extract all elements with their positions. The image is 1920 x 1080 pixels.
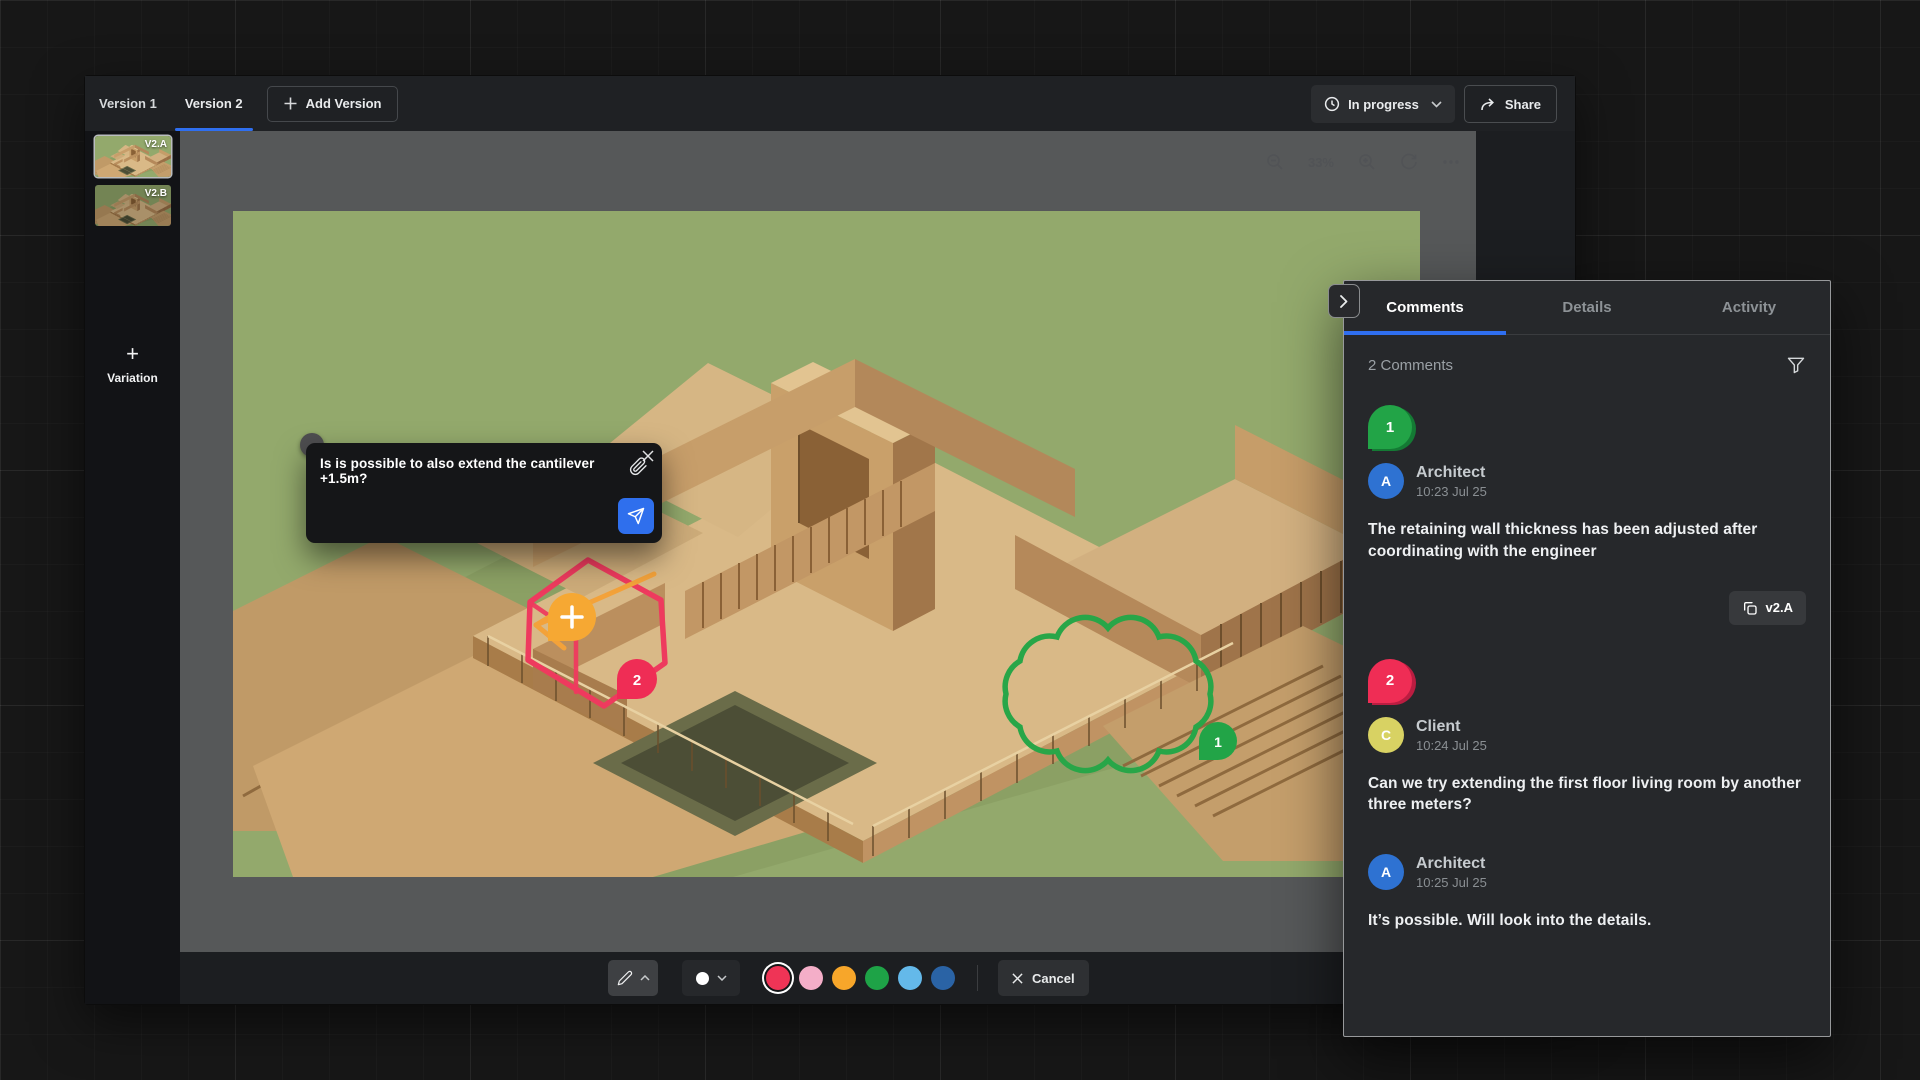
variation-thumb-v2b[interactable]: V2.B bbox=[95, 185, 171, 226]
variation-thumb-label: V2.A bbox=[145, 139, 167, 150]
comment-time: 10:23 Jul 25 bbox=[1416, 484, 1487, 499]
versions-icon bbox=[1742, 600, 1758, 616]
pencil-icon bbox=[617, 970, 633, 986]
color-swatch[interactable] bbox=[766, 966, 790, 990]
author-name: Client bbox=[1416, 717, 1487, 736]
comment-count: 2 Comments bbox=[1368, 357, 1453, 374]
stroke-width-button[interactable] bbox=[682, 960, 740, 996]
svg-text:1: 1 bbox=[1214, 734, 1222, 750]
author-name: Architect bbox=[1416, 854, 1487, 873]
comment-time: 10:24 Jul 25 bbox=[1416, 738, 1487, 753]
more-options-icon[interactable] bbox=[1442, 153, 1460, 171]
annotation-pin-new[interactable] bbox=[548, 593, 596, 641]
chevron-right-icon bbox=[1340, 295, 1348, 308]
close-icon bbox=[1012, 973, 1023, 984]
avatar: A bbox=[1368, 463, 1404, 499]
panel-collapse-button[interactable] bbox=[1328, 284, 1360, 318]
share-arrow-icon bbox=[1480, 97, 1496, 111]
canvas[interactable]: 33% bbox=[180, 131, 1476, 952]
share-label: Share bbox=[1505, 97, 1541, 112]
paper-plane-icon bbox=[627, 507, 645, 525]
attachment-icon[interactable] bbox=[629, 457, 648, 476]
plus-icon: + bbox=[85, 343, 180, 365]
share-button[interactable]: Share bbox=[1464, 85, 1557, 123]
add-version-label: Add Version bbox=[306, 96, 382, 111]
chevron-up-icon bbox=[640, 975, 650, 981]
tab-version-1[interactable]: Version 1 bbox=[85, 76, 171, 131]
status-label: In progress bbox=[1348, 97, 1419, 112]
comment-thread: 2 C Client 10:24 Jul 25 Can we try exten… bbox=[1368, 659, 1806, 817]
zoom-out-icon[interactable] bbox=[1266, 153, 1284, 171]
version-chip[interactable]: v2.A bbox=[1729, 591, 1806, 625]
comment-text: The retaining wall thickness has been ad… bbox=[1368, 519, 1806, 562]
clock-icon bbox=[1324, 96, 1340, 112]
toolbar-divider bbox=[977, 965, 978, 991]
color-swatch-row bbox=[766, 966, 955, 990]
canvas-zoom-toolbar: 33% bbox=[1266, 153, 1460, 171]
drawing-toolbar: Cancel bbox=[608, 960, 1089, 996]
model-image: 2 1 bbox=[233, 211, 1420, 877]
comment-thread: 1 A Architect 10:23 Jul 25 The retaining… bbox=[1368, 405, 1806, 625]
avatar: C bbox=[1368, 717, 1404, 753]
annotation-pin-2[interactable]: 2 bbox=[617, 659, 657, 699]
color-swatch[interactable] bbox=[832, 966, 856, 990]
author-name: Architect bbox=[1416, 463, 1487, 482]
status-dropdown[interactable]: In progress bbox=[1311, 85, 1455, 123]
refresh-icon[interactable] bbox=[1400, 153, 1418, 171]
variation-thumb-label: V2.B bbox=[145, 188, 167, 199]
comment-pin-badge: 1 bbox=[1368, 405, 1412, 449]
comment-pin-badge: 2 bbox=[1368, 659, 1412, 703]
color-swatch[interactable] bbox=[931, 966, 955, 990]
panel-tab-bar: Comments Details Activity bbox=[1344, 281, 1830, 335]
comments-panel: Comments Details Activity 2 Comments 1 A… bbox=[1343, 280, 1831, 1037]
add-variation-button[interactable]: + Variation bbox=[85, 343, 180, 385]
color-swatch[interactable] bbox=[898, 966, 922, 990]
zoom-level[interactable]: 33% bbox=[1308, 155, 1334, 170]
draft-comment-box: Is is possible to also extend the cantil… bbox=[306, 443, 662, 543]
stroke-dot-icon bbox=[696, 972, 709, 985]
cancel-button[interactable]: Cancel bbox=[998, 960, 1089, 996]
color-swatch[interactable] bbox=[865, 966, 889, 990]
filter-icon[interactable] bbox=[1786, 355, 1806, 375]
top-bar: Version 1 Version 2 Add Version In progr… bbox=[85, 76, 1575, 131]
variation-sidebar: V2.A V2.B + Variation bbox=[85, 131, 180, 1004]
zoom-in-icon[interactable] bbox=[1358, 153, 1376, 171]
comment-time: 10:25 Jul 25 bbox=[1416, 875, 1487, 890]
pencil-tool-button[interactable] bbox=[608, 960, 658, 996]
variation-thumb-v2a[interactable]: V2.A bbox=[95, 136, 171, 177]
tab-comments[interactable]: Comments bbox=[1344, 281, 1506, 334]
chevron-down-icon bbox=[1431, 101, 1442, 108]
add-variation-label: Variation bbox=[85, 371, 180, 385]
desktop-background: Version 1 Version 2 Add Version In progr… bbox=[0, 0, 1920, 1080]
cancel-label: Cancel bbox=[1032, 971, 1075, 986]
version-chip-label: v2.A bbox=[1766, 600, 1793, 615]
tab-activity[interactable]: Activity bbox=[1668, 281, 1830, 334]
draft-comment-input[interactable]: Is is possible to also extend the cantil… bbox=[320, 456, 600, 486]
svg-text:2: 2 bbox=[633, 672, 641, 689]
color-swatch[interactable] bbox=[799, 966, 823, 990]
add-version-button[interactable]: Add Version bbox=[267, 86, 399, 122]
annotation-pin-1[interactable]: 1 bbox=[1199, 722, 1237, 760]
chevron-down-icon bbox=[717, 975, 727, 981]
comment-text: Can we try extending the first floor liv… bbox=[1368, 773, 1806, 816]
avatar: A bbox=[1368, 854, 1404, 890]
comment-text: It’s possible. Will look into the detail… bbox=[1368, 910, 1806, 932]
comment-thread: A Architect 10:25 Jul 25 It’s possible. … bbox=[1368, 854, 1806, 932]
plus-icon bbox=[284, 97, 297, 110]
send-comment-button[interactable] bbox=[618, 498, 654, 534]
tab-details[interactable]: Details bbox=[1506, 281, 1668, 334]
tab-version-2[interactable]: Version 2 bbox=[171, 76, 257, 131]
